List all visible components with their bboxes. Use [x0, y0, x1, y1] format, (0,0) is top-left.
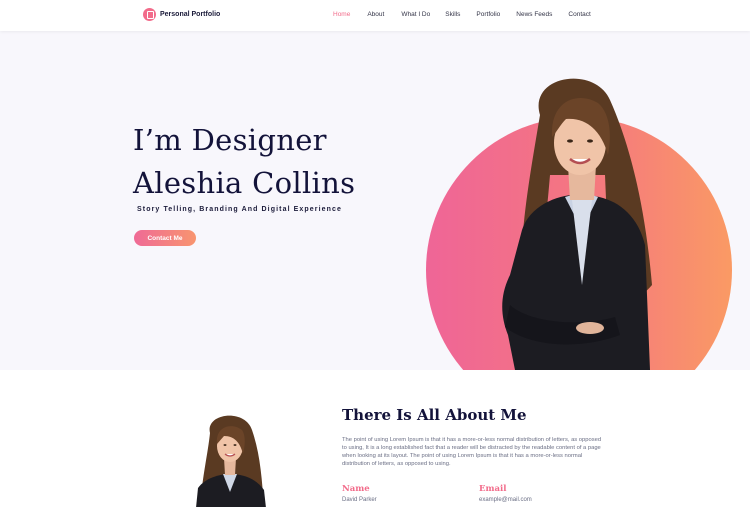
hero-section: I’m Designer Aleshia Collins Story Telli…: [0, 31, 750, 370]
hero-subtitle: Story Telling, Branding And Digital Expe…: [137, 206, 343, 213]
nav-item-contact[interactable]: Contact: [568, 11, 590, 18]
logo-icon: [143, 8, 156, 21]
nav-item-home[interactable]: Home: [333, 11, 350, 18]
nav-item-skills[interactable]: Skills: [445, 11, 460, 18]
nav-item-portfolio[interactable]: Portfolio: [476, 11, 500, 18]
main-menu: Home About What I Do Skills Portfolio Ne…: [333, 11, 591, 18]
about-section: There Is All About Me The point of using…: [0, 370, 750, 507]
logo-text: Personal Portfolio: [160, 11, 221, 18]
nav-item-news-feeds[interactable]: News Feeds: [516, 11, 552, 18]
site-logo[interactable]: Personal Portfolio: [143, 8, 220, 21]
nav-item-what-i-do[interactable]: What I Do: [401, 11, 430, 18]
name-label: Name: [342, 484, 370, 494]
hero-portrait-image: [502, 78, 652, 370]
contact-me-button[interactable]: Contact Me: [134, 230, 196, 246]
email-value[interactable]: example@mail.com: [479, 497, 532, 503]
about-title: There Is All About Me: [342, 406, 527, 424]
about-portrait-image: [196, 415, 266, 507]
email-label: Email: [479, 484, 507, 494]
top-navbar: Personal Portfolio Home About What I Do …: [0, 0, 750, 31]
nav-item-about[interactable]: About: [367, 11, 384, 18]
about-description: The point of using Lorem Ipsum is that i…: [342, 437, 602, 467]
hero-title-line1: I’m Designer: [133, 123, 327, 157]
hero-title-line2: Aleshia Collins: [133, 166, 356, 200]
name-value: David Parker: [342, 497, 377, 503]
